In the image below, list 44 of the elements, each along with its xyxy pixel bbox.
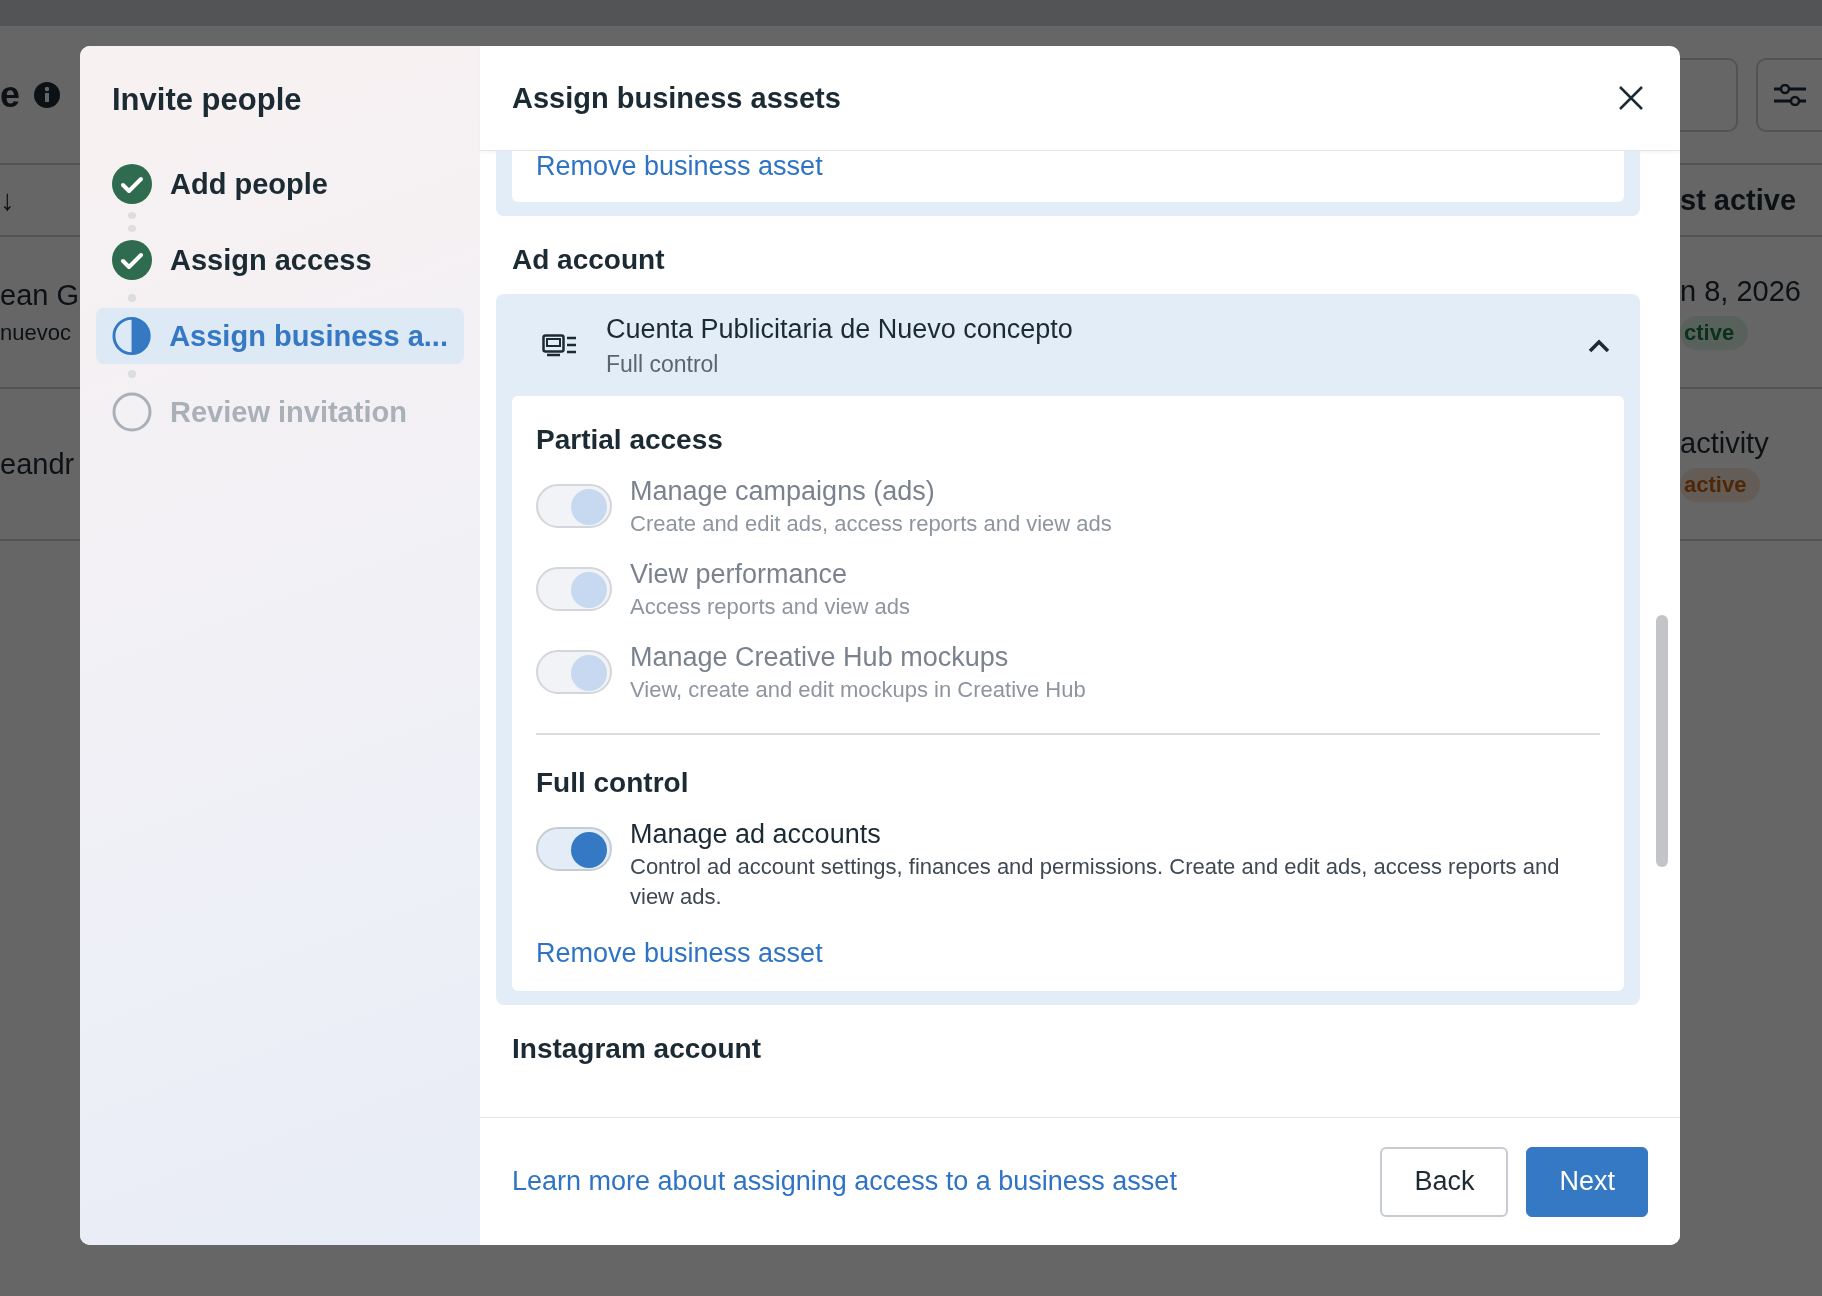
permission-label: Manage campaigns (ads): [630, 476, 936, 507]
user-name-fragment: ean G: [0, 278, 80, 312]
user-email-fragment: nuevoc: [0, 319, 72, 346]
sort-arrow: ↓: [0, 183, 15, 217]
status-badge: ctive: [1680, 315, 1749, 350]
step-connector: [128, 212, 136, 232]
last-active-text: activity: [1680, 426, 1770, 460]
permission-label: Manage ad accounts: [630, 819, 882, 850]
sidebar-title: Invite people: [112, 82, 303, 118]
permission-description: Access reports and view ads: [630, 593, 911, 621]
step-item[interactable]: Add people: [96, 156, 464, 212]
user-name-fragment: eandr: [0, 447, 76, 481]
section-heading: Ad account: [512, 244, 666, 276]
ad-account-icon: [542, 334, 576, 358]
permission-label: View performance: [630, 559, 849, 590]
asset-role: Full control: [606, 351, 720, 378]
permission-description: Create and edit ads, access reports and view ads: [630, 510, 1112, 538]
scrollbar-thumb[interactable]: [1656, 615, 1668, 867]
permission-toggle[interactable]: [536, 827, 612, 871]
back-button[interactable]: Back: [1380, 1146, 1509, 1217]
permission-description: View, create and edit mockups in Creative Hub: [630, 676, 1086, 704]
sliders-icon: [1774, 83, 1807, 106]
permission-group-heading: Partial access: [536, 424, 724, 456]
status-badge: active: [1680, 467, 1761, 502]
section-heading: Instagram account: [512, 1033, 762, 1065]
dialog-title: Assign business assets: [512, 81, 841, 115]
close-icon: [1618, 85, 1644, 111]
permission-description: Control ad account settings, finances and permissions. Create and edit ads, access reports and view ads.: [630, 853, 1561, 911]
permission-label: Manage Creative Hub mockups: [630, 642, 1010, 673]
remove-asset-link[interactable]: Remove business asset: [536, 938, 823, 969]
column-header: st active: [1680, 183, 1797, 217]
asset-header[interactable]: Cuenta Publicitaria de Nuevo concepto Full control: [512, 294, 1624, 396]
learn-more-link[interactable]: Learn more about assigning access to a business asset: [512, 1166, 1177, 1197]
remove-asset-link[interactable]: Remove business asset: [536, 151, 823, 182]
last-active-text: n 8, 2026: [1680, 274, 1802, 308]
page-title-fragment: e: [0, 73, 21, 116]
step-item[interactable]: Assign business a...: [96, 308, 464, 364]
asset-name: Cuenta Publicitaria de Nuevo concepto: [606, 314, 1074, 345]
chevron-icon: [1588, 339, 1610, 353]
permission-group-heading: Full control: [536, 767, 690, 799]
filter-button[interactable]: [1756, 57, 1822, 132]
info-icon: [34, 81, 61, 108]
next-button[interactable]: Next: [1526, 1146, 1648, 1217]
step-item[interactable]: Assign access: [96, 232, 464, 288]
